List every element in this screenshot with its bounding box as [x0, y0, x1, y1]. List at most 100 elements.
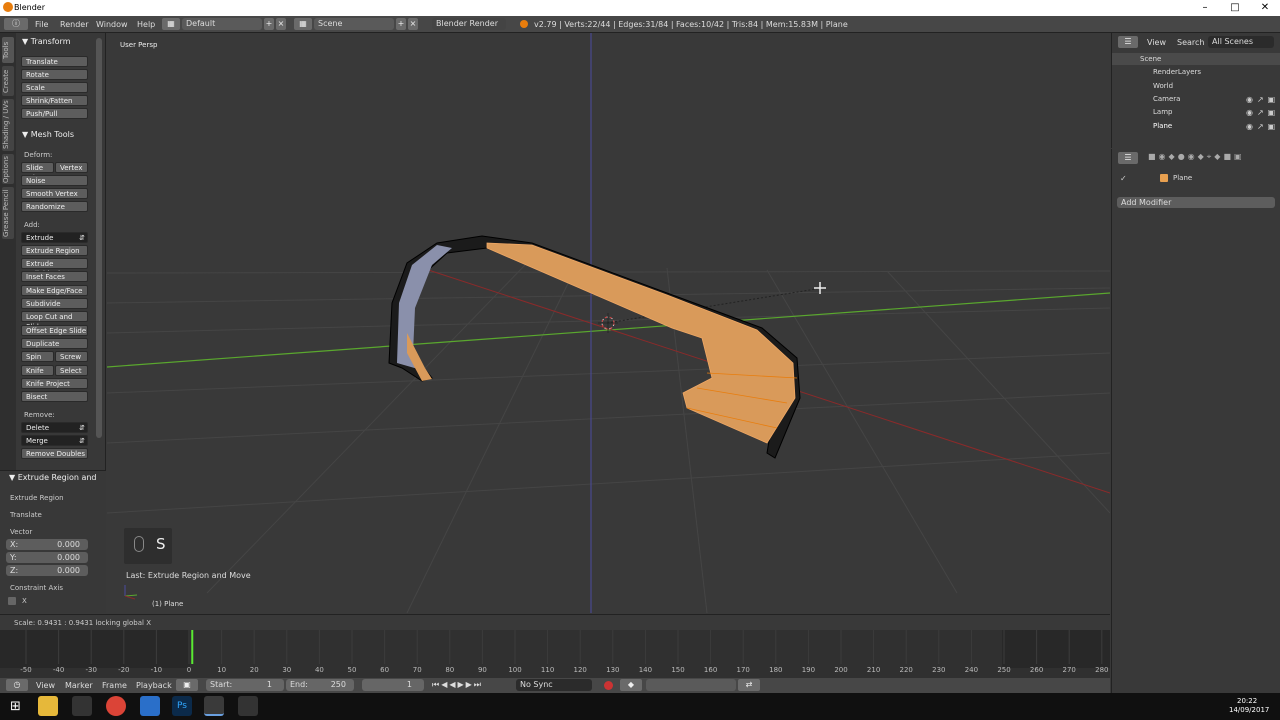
merge-dropdown[interactable]: Merge ⇵ [21, 435, 88, 446]
menu-render[interactable]: Render [60, 20, 88, 29]
timeline[interactable]: -50 -40 -30 -20 -10 0 10 20 30 40 50 60 70 80 90 100 110… [0, 630, 1110, 678]
windows-start-icon[interactable]: ⊞ [10, 699, 21, 714]
tab-create[interactable]: Create [2, 66, 14, 96]
scale-button[interactable]: Scale [21, 82, 88, 93]
tool-shelf-scrollbar[interactable] [96, 38, 102, 438]
timeline-menu-view[interactable]: View [36, 681, 55, 690]
sync-mode-select[interactable]: No Sync [516, 679, 592, 691]
keying-icon[interactable]: ◆ [620, 679, 642, 691]
chrome-icon[interactable] [106, 696, 126, 716]
store-icon[interactable] [72, 696, 92, 716]
add-layout-icon[interactable]: + [264, 18, 274, 30]
outliner-editor-icon[interactable]: ☰ [1118, 36, 1138, 48]
knife-select-button[interactable]: Select [55, 365, 88, 376]
pin-icon[interactable]: ✓ [1120, 174, 1127, 183]
outliner-item-world[interactable]: World [1153, 82, 1173, 90]
render-engine-select[interactable]: Blender Render [432, 18, 506, 30]
remove-layout-icon[interactable]: × [276, 18, 286, 30]
scene-field[interactable]: Scene [314, 18, 394, 30]
spin-button[interactable]: Spin [21, 351, 54, 362]
outliner-item-scene[interactable]: Scene [1140, 55, 1161, 63]
menu-help[interactable]: Help [137, 20, 155, 29]
maximize-icon[interactable]: □ [1220, 0, 1250, 16]
subdivide-button[interactable]: Subdivide [21, 298, 88, 309]
menu-window[interactable]: Window [96, 20, 128, 29]
outliner-scene-row[interactable] [1112, 53, 1280, 65]
vector-x-field[interactable]: X: 0.000 [6, 539, 88, 550]
vector-z-field[interactable]: Z: 0.000 [6, 565, 88, 576]
mesh-tools-panel-header[interactable]: ▼ Mesh Tools [22, 130, 74, 139]
outliner-menu-search[interactable]: Search [1177, 38, 1204, 47]
timeline-menu-frame[interactable]: Frame [102, 681, 127, 690]
end-frame-field[interactable]: End: 250 [286, 679, 354, 691]
editor-type-icon[interactable]: ⓘ [4, 18, 28, 30]
extrude-region-button[interactable]: Extrude Region [21, 245, 88, 256]
properties-editor-icon[interactable]: ☰ [1118, 152, 1138, 164]
inset-faces-button[interactable]: Inset Faces [21, 271, 88, 282]
delete-dropdown[interactable]: Delete ⇵ [21, 422, 88, 433]
outliner-item-lamp[interactable]: Lamp [1153, 108, 1172, 116]
rotate-button[interactable]: Rotate [21, 69, 88, 80]
playback-controls[interactable]: ⏮◀◀▶▶⏭ [432, 680, 510, 691]
tab-grease-pencil[interactable]: Grease Pencil [2, 187, 14, 239]
insert-keyframe-icon[interactable]: ⇄ [738, 679, 760, 691]
offset-edge-slide-button[interactable]: Offset Edge Slide [21, 325, 88, 336]
layout-field[interactable]: Default [182, 18, 262, 30]
outliner-display-select[interactable]: All Scenes [1208, 36, 1274, 48]
slide-edge-button[interactable]: Slide Ed [21, 162, 54, 182]
preview-range-icon[interactable]: ▣ [176, 679, 198, 691]
visibility-icons[interactable]: ◉↗▣ [1246, 95, 1279, 104]
timeline-menu-marker[interactable]: Marker [65, 681, 93, 690]
add-scene-icon[interactable]: + [396, 18, 406, 30]
operator-panel-header[interactable]: ▼ Extrude Region and [9, 473, 97, 482]
outliner-item-camera[interactable]: Camera [1153, 95, 1180, 103]
current-frame-field[interactable]: 1 [362, 679, 424, 691]
screw-button[interactable]: Screw [55, 351, 88, 362]
tab-options[interactable]: Options [2, 154, 14, 184]
knife-button[interactable]: Knife [21, 365, 54, 376]
bisect-button[interactable]: Bisect [21, 391, 88, 402]
randomize-button[interactable]: Randomize [21, 201, 88, 212]
knife-project-button[interactable]: Knife Project [21, 378, 88, 389]
make-edge-face-button[interactable]: Make Edge/Face [21, 285, 88, 296]
photoshop-icon[interactable]: Ps [172, 696, 192, 716]
remove-scene-icon[interactable]: × [408, 18, 418, 30]
extrude-dropdown[interactable]: Extrude ⇵ [21, 232, 88, 243]
close-icon[interactable]: ✕ [1250, 0, 1280, 16]
pen-tablet-icon[interactable] [238, 696, 258, 716]
extrude-individual-button[interactable]: Extrude Individual [21, 258, 88, 278]
smooth-vertex-button[interactable]: Smooth Vertex [21, 188, 88, 199]
timeline-menu-playback[interactable]: Playback [136, 681, 172, 690]
shrink-fatten-button[interactable]: Shrink/Fatten [21, 95, 88, 106]
loop-cut-slide-button[interactable]: Loop Cut and Slide [21, 311, 88, 331]
3d-viewport[interactable]: User Persp S Last: Extrude Region and Mo… [107, 33, 1110, 613]
transform-panel-header[interactable]: ▼ Transform [22, 37, 71, 46]
property-context-tabs[interactable]: ■◉◆●◉◆⌖◆■▣ [1148, 152, 1245, 162]
timeline-editor-icon[interactable]: ◷ [6, 679, 28, 691]
file-explorer-icon[interactable] [38, 696, 58, 716]
push-pull-button[interactable]: Push/Pull [21, 108, 88, 119]
visibility-icons[interactable]: ◉↗▣ [1246, 108, 1279, 117]
noise-button[interactable]: Noise [21, 175, 88, 186]
translate-button[interactable]: Translate [21, 56, 88, 67]
scene-icon[interactable]: ▦ [294, 18, 312, 30]
remove-doubles-button[interactable]: Remove Doubles [21, 448, 88, 459]
tab-tools[interactable]: Tools [2, 37, 14, 63]
constraint-x-checkbox[interactable] [8, 597, 16, 605]
layout-icon[interactable]: ▦ [162, 18, 180, 30]
blender-taskbar-icon[interactable] [204, 696, 224, 716]
tab-shading-uvs[interactable]: Shading / UVs [2, 99, 14, 151]
record-icon[interactable] [604, 681, 613, 690]
start-frame-field[interactable]: Start: 1 [206, 679, 284, 691]
outliner-menu-view[interactable]: View [1147, 38, 1166, 47]
visibility-icons[interactable]: ◉↗▣ [1246, 122, 1279, 131]
menu-file[interactable]: File [35, 20, 48, 29]
add-modifier-dropdown[interactable]: Add Modifier [1117, 197, 1275, 208]
outliner-item-renderlayers[interactable]: RenderLayers [1153, 68, 1201, 76]
vertex-slide-button[interactable]: Vertex [55, 162, 88, 173]
minimize-icon[interactable]: – [1190, 0, 1220, 16]
app-icon[interactable] [140, 696, 160, 716]
outliner-item-plane[interactable]: Plane [1153, 122, 1172, 130]
vector-y-field[interactable]: Y: 0.000 [6, 552, 88, 563]
duplicate-button[interactable]: Duplicate [21, 338, 88, 349]
